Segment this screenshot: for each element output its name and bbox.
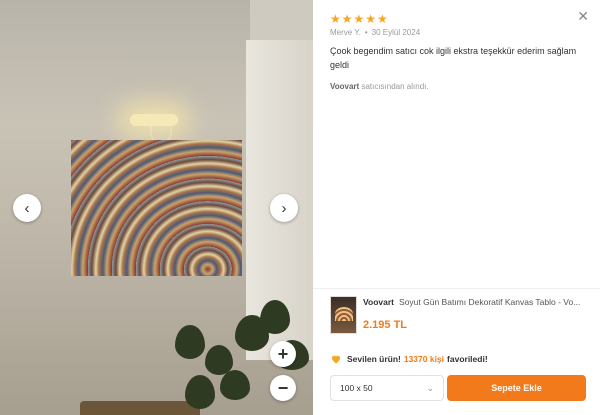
chevron-down-icon: ⌄	[426, 382, 434, 393]
seller-note: Voovart satıcısından alındı.	[330, 82, 429, 91]
chevron-right-icon: ›	[281, 199, 287, 217]
prev-image-button[interactable]: ‹	[13, 194, 41, 222]
seller-name: Voovart	[330, 82, 360, 91]
divider	[313, 288, 600, 289]
seller-suffix: satıcısından alındı.	[361, 82, 429, 91]
minus-icon: −	[277, 377, 289, 398]
separator-dot: •	[364, 28, 368, 37]
product-price: 2.195 TL	[363, 319, 408, 331]
favorites-label: Sevilen ürün!	[347, 354, 401, 364]
review-panel: ✕ ★★★★★ Merve Y. • 30 Eylül 2024 Çook bege…	[313, 0, 600, 415]
wall-corner	[250, 0, 313, 45]
zoom-out-button[interactable]: −	[270, 375, 296, 401]
chevron-left-icon: ‹	[24, 199, 30, 217]
favorites-suffix: favoriledi!	[447, 354, 488, 364]
next-image-button[interactable]: ›	[270, 194, 298, 222]
product-brand: Voovart	[363, 297, 395, 307]
product-thumbnail[interactable]	[330, 296, 357, 334]
favorites-count: 13370 kişi	[403, 354, 445, 364]
product-name: Soyut Gün Batımı Dekoratif Kanvas Tablo …	[399, 297, 581, 307]
rating-stars: ★★★★★	[330, 12, 389, 26]
close-icon[interactable]: ✕	[577, 8, 589, 25]
review-author: Merve Y.	[330, 28, 361, 37]
zoom-in-button[interactable]: +	[270, 341, 296, 367]
size-select[interactable]: 100 x 50 ⌄	[330, 375, 444, 401]
size-value: 100 x 50	[340, 383, 373, 393]
canvas-painting	[71, 140, 242, 276]
heart-icon	[332, 355, 340, 364]
product-title[interactable]: Voovart Soyut Gün Batımı Dekoratif Kanvas…	[363, 297, 588, 307]
favorites-info: Sevilen ürün! 13370 kişi favoriledi!	[330, 353, 491, 365]
plus-icon: +	[277, 343, 289, 364]
wall-lamp	[130, 114, 178, 126]
review-date: 30 Eylül 2024	[371, 28, 421, 37]
add-to-cart-button[interactable]: Sepete Ekle	[447, 375, 586, 401]
review-photo: ‹ › + −	[0, 0, 313, 415]
review-meta: Merve Y. • 30 Eylül 2024	[330, 28, 420, 37]
review-comment: Çook begendim satıcı cok ilgili ekstra t…	[330, 46, 577, 70]
